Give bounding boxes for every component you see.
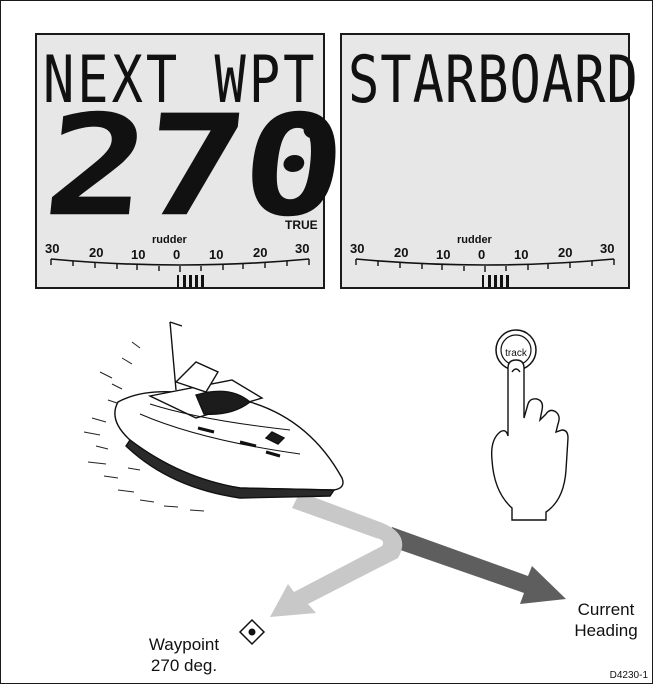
rudder-angle-scale: rudder 30 20 10 0 10 20 30 <box>45 234 310 287</box>
rudder-position-bars <box>177 275 204 287</box>
rudder-position-bars <box>482 275 509 287</box>
rudder-label: rudder <box>457 234 493 246</box>
rudder-label: rudder <box>152 234 188 246</box>
current-heading-label: Current Heading <box>564 599 648 641</box>
steer-direction-display: STARBOARD rudder 30 20 10 0 10 20 30 <box>340 33 638 289</box>
rudder-tick-label: 10 <box>209 247 223 262</box>
pressing-finger-hand <box>490 359 569 521</box>
rudder-angle-scale: rudder 30 20 10 0 10 20 30 <box>350 234 615 287</box>
current-heading-arrow <box>386 527 566 604</box>
true-reference-label: TRUE <box>285 218 318 232</box>
rudder-tick-label: 30 <box>600 241 614 256</box>
track-button-label: track <box>505 348 528 359</box>
course-illustration: track <box>83 321 569 646</box>
rudder-tick-label: 20 <box>253 245 267 260</box>
waypoint-label-line: 270 deg. <box>150 656 218 675</box>
waypoint-label-line: Waypoint <box>148 635 220 654</box>
current-heading-label-line: Heading <box>574 621 638 640</box>
rudder-tick-label: 30 <box>295 241 309 256</box>
waypoint-label: Waypoint 270 deg. <box>139 634 229 676</box>
rudder-tick-label: 0 <box>478 247 485 262</box>
rudder-tick-label: 20 <box>89 245 103 260</box>
figure-id: D4230-1 <box>609 670 648 681</box>
rudder-tick-label: 20 <box>394 245 408 260</box>
rudder-tick-label: 30 <box>45 241 59 256</box>
next-waypoint-display: NEXT WPT 270 ° TRUE rudder 30 20 10 0 10… <box>35 33 349 289</box>
rudder-tick-label: 20 <box>558 245 572 260</box>
motor-boat <box>114 321 344 499</box>
rudder-tick-label: 10 <box>514 247 528 262</box>
waypoint-track-arrow <box>270 492 403 617</box>
rudder-tick-label: 0 <box>173 247 180 262</box>
waypoint-marker <box>238 618 266 646</box>
current-heading-label-line: Current <box>577 600 635 619</box>
rudder-tick-label: 30 <box>350 241 364 256</box>
rudder-tick-label: 10 <box>436 247 450 262</box>
display-title-starboard: STARBOARD <box>348 43 639 118</box>
degree-symbol: ° <box>299 113 325 173</box>
rudder-tick-label: 10 <box>131 247 145 262</box>
